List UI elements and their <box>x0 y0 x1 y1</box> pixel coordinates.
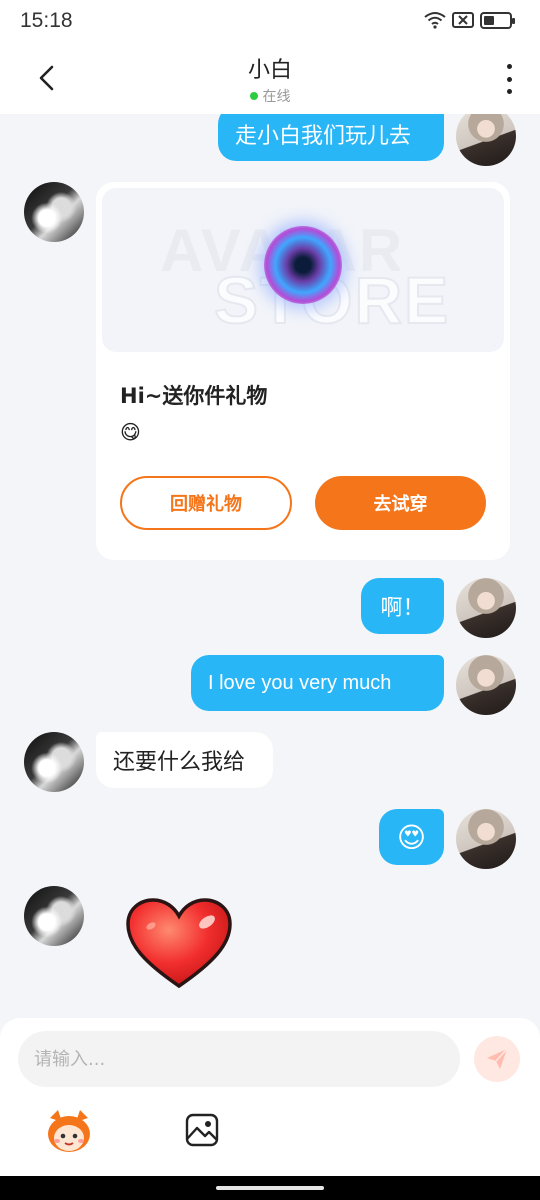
try-on-button[interactable]: 去试穿 <box>315 476 486 530</box>
send-button[interactable] <box>474 1036 520 1082</box>
chat-messages[interactable]: 走小白我们玩儿去 AVATAR STORE Hi~送你件礼物 😋 回赠礼物 去试… <box>0 114 540 1018</box>
gift-preview: AVATAR STORE <box>102 188 504 352</box>
emoji-message-bubble[interactable]: 😍 <box>379 809 444 865</box>
heart-sticker[interactable] <box>124 896 234 992</box>
contact-avatar[interactable] <box>24 886 84 946</box>
message-bubble-incoming[interactable]: 还要什么我给 <box>96 732 273 788</box>
gift-emoji: 😋 <box>120 420 141 444</box>
wifi-icon <box>424 12 446 29</box>
contact-avatar[interactable] <box>24 182 84 242</box>
my-avatar[interactable] <box>456 809 516 869</box>
online-dot <box>249 92 258 100</box>
chat-header: 小白 在线 <box>0 44 540 114</box>
more-options-icon[interactable] <box>504 64 514 94</box>
status-time: 15:18 <box>20 9 73 32</box>
my-avatar[interactable] <box>456 655 516 715</box>
no-sim-icon <box>452 12 474 28</box>
contact-avatar[interactable] <box>24 732 84 792</box>
composer-bar <box>0 1018 540 1176</box>
presence-status: 在线 <box>249 86 291 106</box>
send-icon <box>487 1048 508 1069</box>
message-bubble-outgoing[interactable]: 啊！ <box>361 578 444 634</box>
home-indicator[interactable] <box>216 1186 324 1190</box>
title-block: 小白 在线 <box>0 52 540 106</box>
presence-label: 在线 <box>262 89 291 105</box>
status-icons <box>424 11 515 29</box>
status-bar: 15:18 <box>0 0 540 44</box>
return-gift-button[interactable]: 回赠礼物 <box>120 476 292 530</box>
mascot-sticker-icon[interactable] <box>44 1108 94 1154</box>
system-nav-bar <box>0 1176 540 1200</box>
my-avatar[interactable] <box>456 114 516 166</box>
message-bubble-outgoing[interactable]: I love you very much <box>191 655 444 711</box>
gift-card[interactable]: AVATAR STORE Hi~送你件礼物 😋 回赠礼物 去试穿 <box>96 182 510 560</box>
battery-icon <box>480 11 515 29</box>
my-avatar[interactable] <box>456 578 516 638</box>
image-picker-icon[interactable] <box>184 1112 220 1148</box>
message-input[interactable] <box>18 1031 460 1087</box>
gift-item-image <box>264 226 342 304</box>
chat-title: 小白 <box>247 58 292 83</box>
gift-greeting: Hi~送你件礼物 <box>120 384 268 408</box>
message-bubble-outgoing[interactable]: 走小白我们玩儿去 <box>218 114 444 161</box>
